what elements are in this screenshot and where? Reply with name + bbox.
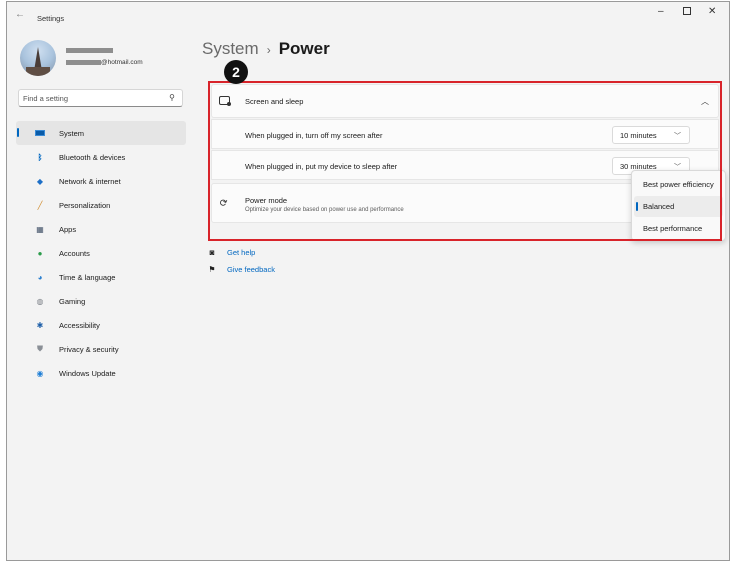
sidebar-item-bluetooth[interactable]: ᛒ Bluetooth & devices [16,145,186,169]
search-box[interactable]: ⚲ [18,89,183,107]
breadcrumb: System › Power [202,39,330,59]
back-arrow-icon[interactable]: ← [15,9,25,20]
help-icon: ◙ [209,248,215,257]
search-icon[interactable]: ⚲ [169,93,175,102]
sidebar-item-label: Apps [59,224,77,234]
avatar[interactable] [20,40,56,76]
sidebar-item-system[interactable]: System [16,121,186,145]
selected-indicator [636,202,638,211]
power-mode-menu: Best power efficiency Balanced Best perf… [631,170,726,241]
accessibility-icon: ✱ [36,320,44,330]
sidebar-item-label: Time & language [59,272,116,282]
give-feedback-link[interactable]: ⚑ Give feedback [206,261,275,278]
sidebar-item-time-language[interactable]: ◕ Time & language [16,265,186,289]
feedback-icon: ⚑ [208,265,216,274]
screen-timeout-value: 10 minutes [620,130,657,140]
search-input[interactable] [23,93,163,104]
screen-sleep-icon [219,96,231,106]
redacted-email-name [66,59,101,65]
sidebar-item-network[interactable]: ◆ Network & internet [16,169,186,193]
sidebar-item-label: Windows Update [59,368,116,378]
sidebar-item-gaming[interactable]: ◍ Gaming [16,289,186,313]
sidebar-item-apps[interactable]: ▦ Apps [16,217,186,241]
screen-and-sleep-header[interactable]: Screen and sleep ︿ [211,84,719,118]
wifi-icon: ◆ [36,176,44,186]
sidebar-item-windows-update[interactable]: ◉ Windows Update [16,361,186,385]
title-bar: ← Settings – ✕ [7,2,729,32]
sidebar-item-label: Personalization [59,200,111,210]
power-mode-description: Optimize your device based on power use … [245,207,404,213]
sidebar-item-personalization[interactable]: ╱ Personalization [16,193,186,217]
screen-timeout-row: When plugged in, turn off my screen afte… [211,119,719,149]
bluetooth-icon: ᛒ [37,152,43,162]
person-icon: ● [37,248,43,258]
breadcrumb-separator: › [266,43,271,57]
sidebar-item-accounts[interactable]: ● Accounts [16,241,186,265]
sidebar-item-label: System [59,128,85,138]
menu-item-best-power-efficiency[interactable]: Best power efficiency [634,174,723,195]
sidebar-item-accessibility[interactable]: ✱ Accessibility [16,313,186,337]
sidebar-item-label: Network & internet [59,176,121,186]
menu-item-best-performance[interactable]: Best performance [634,218,723,239]
sidebar-item-label: Privacy & security [59,344,119,354]
active-indicator [17,128,19,137]
app-title: Settings [37,14,65,23]
screen-timeout-dropdown[interactable]: 10 minutes ﹀ [612,126,690,144]
sidebar-item-label: Gaming [59,296,86,306]
sidebar-item-label: Accessibility [59,320,100,330]
page-title: Power [278,39,330,58]
give-feedback-label: Give feedback [227,265,275,274]
settings-window: ← Settings – ✕ @hotmail.com ⚲ System ᛒ B… [6,1,730,561]
user-email: @hotmail.com [66,58,143,66]
monitor-icon [33,130,47,136]
breadcrumb-parent[interactable]: System [202,39,259,59]
chevron-down-icon: ﹀ [674,133,681,140]
power-mode-icon: ⟳ [218,196,231,211]
shield-icon: ⛊ [37,344,43,353]
sidebar-item-label: Accounts [59,248,90,258]
update-icon: ◉ [36,368,44,378]
email-domain: @hotmail.com [101,58,143,66]
gamepad-icon: ◍ [36,296,44,306]
close-button[interactable]: ✕ [708,6,716,17]
sidebar-item-label: Bluetooth & devices [59,152,126,162]
menu-item-balanced[interactable]: Balanced [634,196,723,217]
screen-and-sleep-title: Screen and sleep [245,97,304,106]
sidebar-nav: System ᛒ Bluetooth & devices ◆ Network &… [16,121,186,385]
help-links: ◙ Get help ⚑ Give feedback [206,244,275,278]
get-help-link[interactable]: ◙ Get help [206,244,275,261]
chevron-up-icon[interactable]: ︿ [701,96,709,107]
sidebar-item-privacy-security[interactable]: ⛊ Privacy & security [16,337,186,361]
redacted-user-name [66,48,113,53]
sleep-timeout-label: When plugged in, put my device to sleep … [245,162,398,171]
power-mode-title: Power mode [245,196,288,205]
apps-icon: ▦ [36,224,44,234]
minimize-button[interactable]: – [658,6,664,17]
globe-clock-icon: ◕ [37,272,43,282]
maximize-button[interactable] [683,7,691,15]
step-number-badge: 2 [224,60,248,84]
brush-icon: ╱ [37,200,43,210]
screen-timeout-label: When plugged in, turn off my screen afte… [245,131,383,140]
get-help-label: Get help [227,248,256,257]
